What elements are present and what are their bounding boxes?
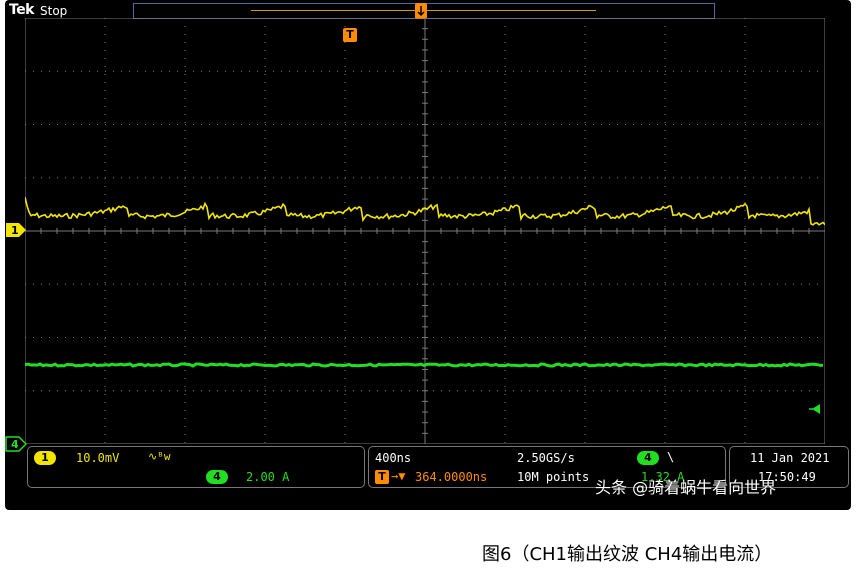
delay-trigger-icon: T: [375, 470, 389, 484]
svg-text:1: 1: [11, 224, 19, 237]
timebase: 400ns: [375, 451, 412, 465]
figure-caption: 图6（CH1输出纹波 CH4输出电流）: [482, 544, 773, 565]
record-length: 10M points: [517, 470, 590, 484]
horizontal-delay: 364.0000ns: [415, 470, 488, 484]
ch4-badge: 4: [206, 470, 228, 484]
brand-logo: Tek: [9, 2, 35, 18]
sample-rate: 2.50GS/s: [517, 451, 575, 465]
ch4-ground-marker[interactable]: 4: [5, 436, 27, 452]
oscilloscope-screen: Tek Stop T 1 4 1 10.0mV ∿ᴮw 4 2.00 A 400…: [5, 0, 851, 510]
run-state: Stop: [40, 4, 68, 18]
delay-arrow-icon: →▼: [391, 469, 406, 483]
trigger-slope-icon: \: [667, 450, 675, 464]
date: 11 Jan 2021: [750, 451, 830, 465]
graticule-lines: [25, 18, 825, 444]
svg-text:4: 4: [11, 438, 19, 451]
trigger-source-badge: 4: [637, 451, 659, 465]
vertical-settings-panel[interactable]: 1 10.0mV ∿ᴮw 4 2.00 A: [27, 446, 365, 488]
waveform-graticule: [25, 18, 825, 444]
ch4-waveform: [25, 362, 824, 368]
bandwidth-limit-icon: ∿ᴮw: [148, 450, 171, 463]
watermark: 头条 @骑着蜗牛看向世界: [595, 478, 777, 497]
trigger-level-marker[interactable]: [809, 403, 821, 415]
ch1-ground-marker[interactable]: 1: [5, 222, 27, 238]
ch4-scale: 2.00 A: [246, 470, 290, 484]
ch1-scale: 10.0mV: [76, 451, 120, 465]
ch1-badge: 1: [34, 451, 56, 465]
